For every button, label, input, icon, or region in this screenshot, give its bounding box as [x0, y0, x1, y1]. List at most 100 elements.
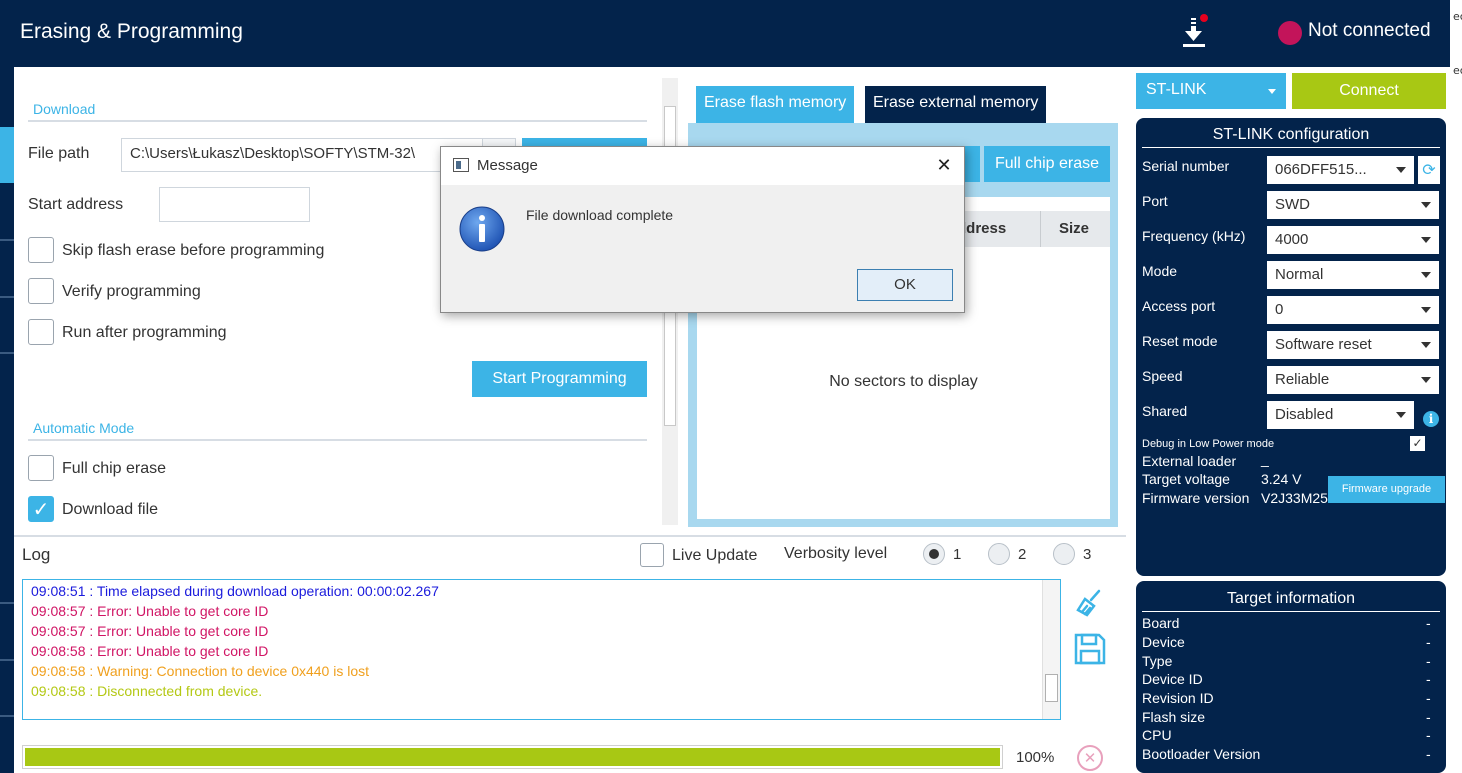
verbosity-radio-1[interactable] — [923, 543, 945, 565]
ok-button[interactable]: OK — [857, 269, 953, 301]
board-label: Board — [1142, 615, 1180, 631]
save-log-icon[interactable] — [1073, 632, 1107, 666]
log-divider — [14, 535, 1126, 537]
mode-value: Normal — [1275, 266, 1324, 283]
flash-size-value: - — [1426, 709, 1431, 725]
full-chip-erase-label: Full chip erase — [62, 460, 167, 477]
serial-number-label: Serial number — [1142, 158, 1230, 174]
download-section-label: Download — [33, 101, 96, 117]
tab-erase-external-memory[interactable]: Erase external memory — [865, 86, 1047, 123]
full-chip-erase-button[interactable]: Full chip erase — [984, 146, 1110, 182]
revision-id-value: - — [1426, 690, 1431, 706]
run-after-programming-label: Run after programming — [62, 324, 227, 341]
tab-erase-flash-memory[interactable]: Erase flash memory — [696, 86, 855, 123]
target-info-title: Target information — [1226, 590, 1356, 607]
info-icon — [459, 206, 505, 252]
access-port-label: Access port — [1142, 298, 1216, 314]
access-port-select[interactable]: 0 — [1267, 296, 1439, 324]
firmware-version-value: V2J33M25 — [1261, 490, 1328, 506]
chevron-down-icon — [1421, 272, 1431, 278]
speed-select[interactable]: Reliable — [1267, 366, 1439, 394]
shared-select[interactable]: Disabled — [1267, 401, 1414, 429]
download-file-checkbox[interactable]: ✓ — [28, 496, 54, 522]
page-title: Erasing & Programming — [20, 20, 243, 43]
nav-divider — [0, 352, 14, 354]
serial-number-value: 066DFF515... — [1275, 161, 1367, 178]
bootloader-version-value: - — [1426, 746, 1431, 762]
verbosity-radio-2[interactable] — [988, 543, 1010, 565]
clear-log-icon[interactable] — [1075, 588, 1105, 618]
probe-select[interactable]: ST-LINK — [1136, 73, 1286, 109]
progress-percent: 100% — [1016, 749, 1055, 766]
log-line: 09:08:51 : Time elapsed during download … — [31, 583, 439, 599]
live-update-checkbox[interactable] — [640, 543, 664, 567]
side-nav-strip[interactable] — [0, 67, 14, 773]
mode-label: Mode — [1142, 263, 1178, 279]
verify-programming-checkbox[interactable] — [28, 278, 54, 304]
board-value: - — [1426, 615, 1431, 631]
reset-mode-select[interactable]: Software reset — [1267, 331, 1439, 359]
cancel-icon[interactable]: ✕ — [1077, 745, 1103, 771]
header-bar: Erasing & Programming Not connected — [0, 0, 1450, 67]
target-information-box: Target information Board - Device - Type… — [1136, 581, 1446, 773]
start-programming-button[interactable]: Start Programming — [472, 361, 647, 397]
chevron-down-icon — [1421, 307, 1431, 313]
download-icon[interactable] — [1180, 14, 1208, 52]
nav-divider — [0, 715, 14, 717]
log-scrollbar-thumb[interactable] — [1045, 674, 1058, 702]
external-loader-value: _ — [1261, 451, 1269, 467]
window-icon — [453, 158, 469, 172]
log-line: 09:08:58 : Error: Unable to get core ID — [31, 643, 269, 659]
log-line: 09:08:57 : Error: Unable to get core ID — [31, 603, 269, 619]
nav-divider — [0, 296, 14, 298]
section-divider — [28, 439, 647, 441]
connect-button[interactable]: Connect — [1292, 73, 1446, 109]
info-icon[interactable]: i — [1423, 411, 1439, 427]
message-dialog: Message ✕ File download complete OK — [440, 146, 965, 313]
full-chip-erase-checkbox[interactable] — [28, 455, 54, 481]
nav-item-active[interactable] — [0, 127, 14, 183]
speed-label: Speed — [1142, 368, 1183, 384]
verbosity-label: Verbosity level — [784, 545, 888, 562]
mode-select[interactable]: Normal — [1267, 261, 1439, 289]
verbosity-level-1-label: 1 — [953, 546, 962, 563]
live-update-label: Live Update — [672, 547, 758, 564]
file-path-label: File path — [28, 145, 90, 162]
bootloader-version-label: Bootloader Version — [1142, 746, 1261, 762]
access-port-value: 0 — [1275, 301, 1284, 318]
start-address-input[interactable] — [159, 187, 310, 222]
nav-divider — [0, 602, 14, 604]
chevron-down-icon — [1421, 237, 1431, 243]
frequency-select[interactable]: 4000 — [1267, 226, 1439, 254]
skip-erase-checkbox[interactable] — [28, 237, 54, 263]
dialog-title-bar: Message ✕ — [441, 147, 964, 185]
app-window: Erasing & Programming Not connected ec e… — [0, 0, 1462, 773]
column-size: Size — [1059, 220, 1090, 237]
refresh-icon[interactable]: ⟳ — [1418, 156, 1440, 184]
column-divider — [1040, 211, 1041, 247]
device-value: - — [1426, 634, 1431, 650]
run-after-programming-checkbox[interactable] — [28, 319, 54, 345]
type-label: Type — [1142, 653, 1173, 669]
port-value: SWD — [1275, 196, 1310, 213]
chevron-down-icon — [1421, 342, 1431, 348]
serial-number-select[interactable]: 066DFF515... — [1267, 156, 1414, 184]
dialog-title: Message — [477, 157, 538, 174]
log-scrollbar[interactable] — [1042, 580, 1060, 719]
dialog-close-button[interactable]: ✕ — [931, 153, 957, 179]
debug-low-power-checkbox[interactable]: ✓ — [1410, 436, 1425, 451]
log-lines: 09:08:51 : Time elapsed during download … — [31, 583, 439, 703]
port-select[interactable]: SWD — [1267, 191, 1439, 219]
type-value: - — [1426, 653, 1431, 669]
speed-value: Reliable — [1275, 371, 1330, 388]
verbosity-radio-3[interactable] — [1053, 543, 1075, 565]
log-line: 09:08:58 : Disconnected from device. — [31, 683, 263, 699]
window-icon-pane — [456, 161, 461, 169]
connection-status-text: Not connected — [1308, 20, 1431, 41]
firmware-version-label: Firmware version — [1142, 490, 1250, 506]
log-title: Log — [22, 545, 51, 564]
log-output[interactable]: 09:08:51 : Time elapsed during download … — [22, 579, 1061, 720]
firmware-upgrade-button[interactable]: Firmware upgrade — [1328, 476, 1445, 503]
shared-label: Shared — [1142, 403, 1188, 419]
frequency-value: 4000 — [1275, 231, 1309, 248]
